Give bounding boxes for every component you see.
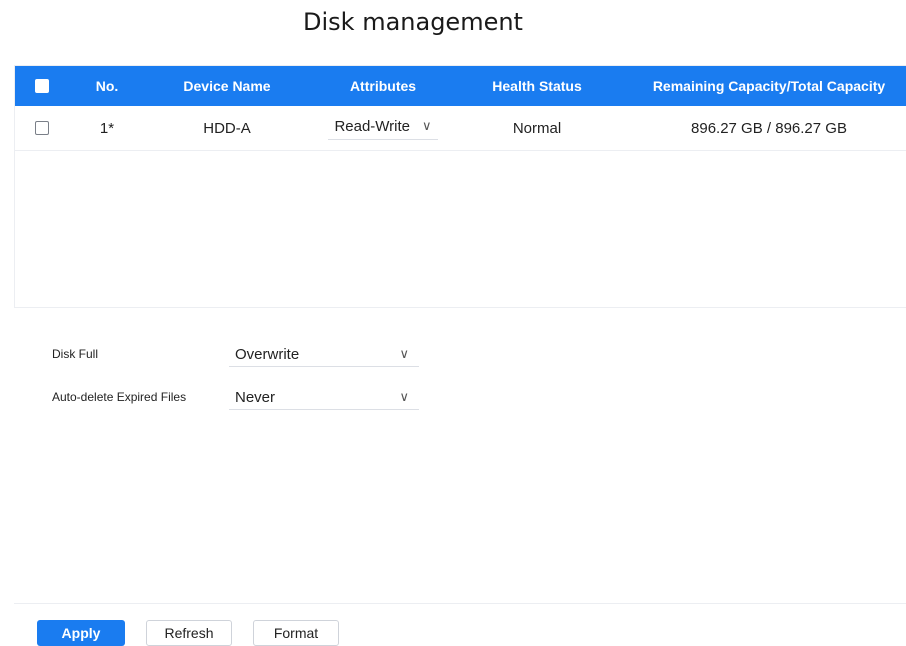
row-attributes-cell: Read-Write ∨ [319,106,447,150]
table-header: No. Device Name Attributes Health Status… [15,66,906,106]
chevron-down-icon: ∨ [399,347,409,362]
select-all-checkbox[interactable] [33,66,51,106]
column-header-capacity: Remaining Capacity/Total Capacity [652,78,886,94]
row-device-name: HDD-A [203,119,251,137]
auto-delete-value: Never [235,389,276,406]
column-header-attributes: Attributes [349,78,417,94]
checkbox-box[interactable] [35,79,49,93]
attributes-value: Read-Write [334,118,411,135]
apply-button[interactable]: Apply [37,620,125,646]
row-no: 1* [99,119,115,137]
chevron-down-icon: ∨ [422,119,432,134]
format-button[interactable]: Format [253,620,339,646]
refresh-button[interactable]: Refresh [146,620,232,646]
attributes-dropdown[interactable]: Read-Write ∨ [328,116,438,140]
row-health-status: Normal [512,119,562,137]
column-header-no: No. [95,78,119,94]
table-row: 1* HDD-A Read-Write ∨ Normal 896.27 GB /… [15,106,906,151]
chevron-down-icon: ∨ [399,390,409,405]
row-capacity: 896.27 GB / 896.27 GB [691,119,847,137]
column-header-device-name: Device Name [183,78,271,94]
row-checkbox[interactable] [33,106,51,150]
page-title: Disk management [303,8,523,36]
disk-full-label: Disk Full [52,347,99,361]
column-header-health-status: Health Status [492,78,582,94]
checkbox-box[interactable] [35,121,49,135]
auto-delete-dropdown[interactable]: Never ∨ [229,386,419,410]
footer-divider [14,603,906,604]
disk-table: No. Device Name Attributes Health Status… [14,65,906,308]
auto-delete-label: Auto-delete Expired Files [52,390,187,404]
disk-full-value: Overwrite [235,346,300,363]
disk-full-dropdown[interactable]: Overwrite ∨ [229,343,419,367]
